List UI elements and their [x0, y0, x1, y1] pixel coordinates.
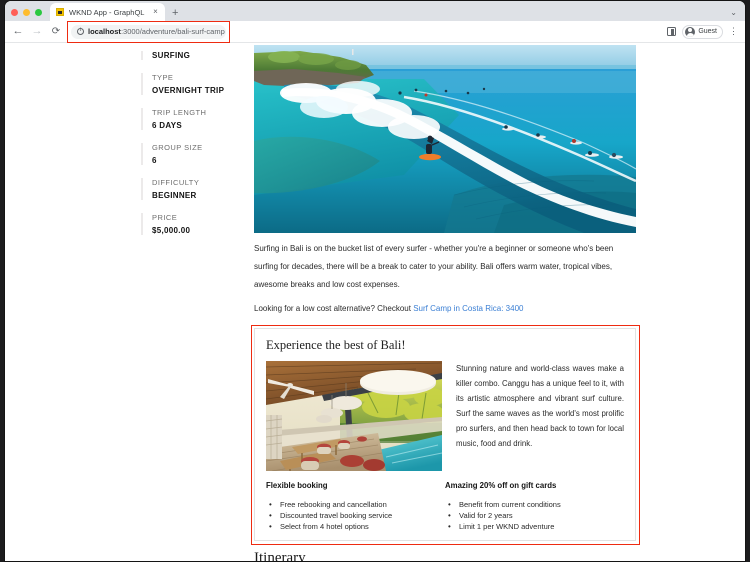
sidebar-item-difficulty: DIFFICULTY BEGINNER [141, 178, 236, 200]
avatar [685, 26, 696, 37]
description-paragraph-1: Surfing in Bali is on the bucket list of… [254, 244, 614, 289]
adventure-main-content: Surfing in Bali is on the bucket list of… [251, 43, 640, 561]
toolbar-right-group: Guest ⋮ [667, 24, 738, 39]
itinerary-title: Itinerary [254, 550, 636, 561]
page-viewport: ACTIVITY SURFING TYPE OVERNIGHT TRIP TRI… [5, 43, 745, 561]
browser-menu-icon[interactable]: ⋮ [729, 27, 738, 36]
sidebar-item-activity: ACTIVITY SURFING [141, 51, 236, 60]
promo-card: Experience the best of Bali! Stunning na… [254, 328, 636, 541]
description-paragraph-2: Looking for a low cost alternative? Chec… [254, 300, 636, 318]
forward-icon[interactable]: → [31, 26, 43, 37]
meta-label: TYPE [152, 73, 174, 82]
promo-image [266, 361, 442, 471]
promo-benefit-columns: Flexible booking Free rebooking and canc… [266, 481, 624, 532]
alternative-prefix-text: Looking for a low cost alternative? Chec… [254, 304, 414, 313]
address-bar[interactable]: localhost:3000/adventure/bali-surf-camp [71, 24, 226, 39]
reload-icon[interactable]: ⟳ [50, 26, 62, 37]
profile-label: Guest [698, 28, 717, 35]
promo-column-gift-cards: Amazing 20% off on gift cards Benefit fr… [445, 481, 624, 532]
list-item: Free rebooking and cancellation [266, 499, 445, 510]
address-bar-container: localhost:3000/adventure/bali-surf-camp [67, 20, 230, 43]
url-text: localhost:3000/adventure/bali-surf-camp [88, 27, 225, 36]
sidebar-item-type: TYPE OVERNIGHT TRIP [141, 73, 236, 95]
tab-strip: WKND App - GraphQL × + ⌄ [5, 1, 745, 21]
meta-value: OVERNIGHT TRIP [152, 86, 225, 95]
meta-label: TRIP LENGTH [152, 108, 207, 117]
meta-value: 6 DAYS [152, 121, 182, 130]
back-icon[interactable]: ← [12, 26, 24, 37]
close-window-button[interactable] [11, 9, 18, 16]
meta-label: PRICE [152, 213, 178, 222]
url-path: :3000/adventure/bali-surf-camp [120, 27, 225, 36]
promo-card-container: Experience the best of Bali! Stunning na… [251, 325, 640, 545]
meta-value: BEGINNER [152, 191, 197, 200]
hero-image [254, 45, 636, 233]
meta-value: 6 [152, 156, 157, 165]
promo-benefit-list: Free rebooking and cancellation Discount… [266, 499, 445, 532]
meta-value: SURFING [152, 51, 191, 60]
tab-title: WKND App - GraphQL [69, 7, 145, 17]
promo-column-heading: Flexible booking [266, 481, 328, 490]
costa-rica-link[interactable]: Surf Camp in Costa Rica: 3400 [413, 304, 523, 313]
promo-column-flexible-booking: Flexible booking Free rebooking and canc… [266, 481, 445, 532]
chevron-down-icon[interactable]: ⌄ [730, 9, 745, 21]
new-tab-button[interactable]: + [172, 8, 178, 19]
side-panel-icon[interactable] [667, 27, 677, 36]
list-item: Limit 1 per WKND adventure [445, 521, 624, 532]
adventure-meta-sidebar: ACTIVITY SURFING TYPE OVERNIGHT TRIP TRI… [141, 43, 236, 248]
maximize-window-button[interactable] [35, 9, 42, 16]
sidebar-item-group-size: GROUP SIZE 6 [141, 143, 236, 165]
promo-benefit-list: Benefit from current conditions Valid fo… [445, 499, 624, 532]
list-item: Select from 4 hotel options [266, 521, 445, 532]
list-item: Benefit from current conditions [445, 499, 624, 510]
meta-label: GROUP SIZE [152, 143, 203, 152]
browser-window: WKND App - GraphQL × + ⌄ ← → ⟳ localhost… [4, 0, 746, 562]
wknd-favicon [56, 8, 64, 16]
browser-tab-active[interactable]: WKND App - GraphQL × [50, 3, 165, 21]
profile-button[interactable]: Guest [682, 24, 723, 39]
promo-description: Stunning nature and world-class waves ma… [456, 364, 624, 448]
list-item: Valid for 2 years [445, 510, 624, 521]
itinerary-section: Itinerary Keramas [254, 550, 636, 561]
sidebar-item-trip-length: TRIP LENGTH 6 DAYS [141, 108, 236, 130]
promo-row: Stunning nature and world-class waves ma… [266, 361, 624, 471]
window-controls [5, 9, 50, 21]
meta-value: $5,000.00 [152, 226, 191, 235]
list-item: Discounted travel booking service [266, 510, 445, 521]
url-host: localhost [88, 27, 121, 36]
site-info-icon[interactable] [77, 27, 84, 35]
meta-label: DIFFICULTY [152, 178, 200, 187]
minimize-window-button[interactable] [23, 9, 30, 16]
promo-column-heading: Amazing 20% off on gift cards [445, 481, 557, 490]
promo-title: Experience the best of Bali! [266, 338, 406, 352]
sidebar-item-price: PRICE $5,000.00 [141, 213, 236, 235]
close-icon[interactable]: × [151, 8, 160, 16]
browser-toolbar: ← → ⟳ localhost:3000/adventure/bali-surf… [5, 20, 745, 43]
